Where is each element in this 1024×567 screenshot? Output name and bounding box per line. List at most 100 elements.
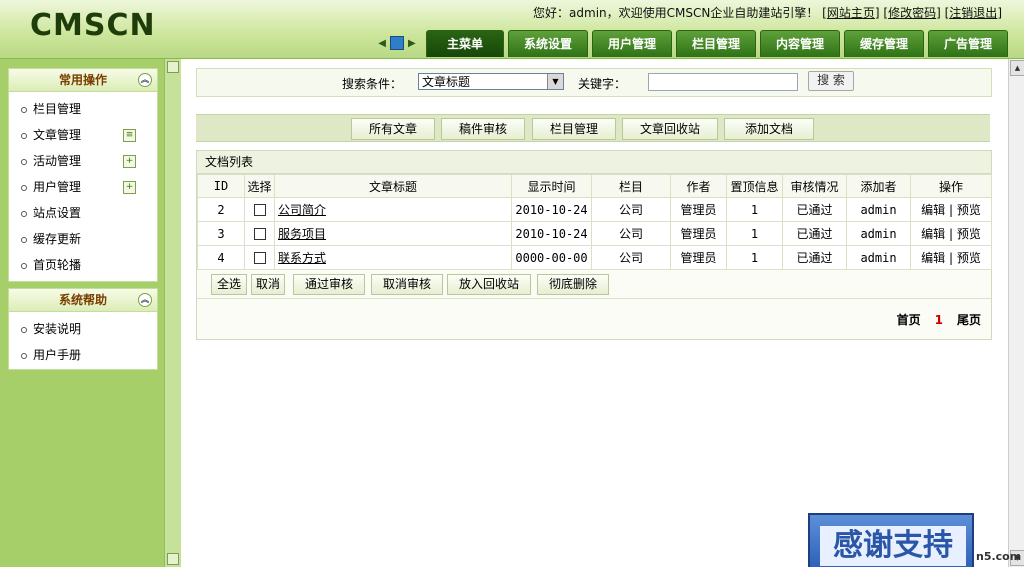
left-sidebar: 常用操作 ︽ 栏目管理 文章管理 ≡ 活动管理 + 用户管理 + 站点设置 缓存更新 … xyxy=(0,59,164,567)
preview-link[interactable]: 预览 xyxy=(957,227,981,241)
sidebar-item-columns[interactable]: 栏目管理 xyxy=(9,96,157,122)
collapse-icon[interactable]: ︽ xyxy=(138,73,152,87)
row-checkbox[interactable] xyxy=(253,252,266,264)
review-submissions-button[interactable]: 稿件审核 xyxy=(441,118,525,140)
cell-actions: 编辑 | 预览 xyxy=(910,221,992,246)
cell-id: 3 xyxy=(197,221,245,246)
select-all-button[interactable]: 全选 xyxy=(211,274,247,295)
tab-user-management[interactable]: 用户管理 xyxy=(592,30,672,57)
bullet-icon xyxy=(21,327,27,333)
change-password-link[interactable]: 修改密码 xyxy=(888,6,936,20)
current-page: 1 xyxy=(934,313,943,327)
cell-date: 2010-10-24 xyxy=(511,221,592,246)
cell-select xyxy=(244,197,275,222)
last-page-link[interactable]: 尾页 xyxy=(957,313,981,327)
edit-link[interactable]: 编辑 xyxy=(921,227,945,241)
tab-system-settings[interactable]: 系统设置 xyxy=(508,30,588,57)
row-checkbox[interactable] xyxy=(253,204,266,216)
permanent-delete-button[interactable]: 彻底删除 xyxy=(537,274,609,295)
cell-column: 公司 xyxy=(591,221,671,246)
first-page-link[interactable]: 首页 xyxy=(897,313,921,327)
article-recycle-bin-button[interactable]: 文章回收站 xyxy=(622,118,718,140)
cell-top: 1 xyxy=(726,197,783,222)
separator: | xyxy=(948,203,954,217)
sidebar-item-install-guide[interactable]: 安装说明 xyxy=(9,316,157,342)
move-to-recycle-button[interactable]: 放入回收站 xyxy=(447,274,531,295)
panel-header: 系统帮助 ︽ xyxy=(9,289,157,312)
cell-adder: admin xyxy=(846,221,911,246)
plus-icon[interactable]: + xyxy=(123,155,136,168)
article-title-link[interactable]: 联系方式 xyxy=(278,251,326,265)
arrow-right-icon[interactable]: ▶ xyxy=(408,38,416,49)
keyword-input[interactable] xyxy=(648,73,798,91)
site-home-link[interactable]: 网站主页 xyxy=(827,6,875,20)
logout-link[interactable]: 注销退出 xyxy=(949,6,997,20)
bullet-icon xyxy=(21,211,27,217)
edit-link[interactable]: 编辑 xyxy=(921,203,945,217)
col-header-title: 文章标题 xyxy=(274,174,512,198)
row-checkbox[interactable] xyxy=(253,228,266,240)
sidebar-item-label: 安装说明 xyxy=(33,322,82,336)
separator: | xyxy=(948,227,954,241)
sidebar-item-label: 栏目管理 xyxy=(33,102,82,116)
splitter-bottom-handle[interactable] xyxy=(167,553,179,565)
sidebar-item-home-carousel[interactable]: 首页轮播 xyxy=(9,252,157,278)
approve-button[interactable]: 通过审核 xyxy=(293,274,365,295)
scroll-up-icon[interactable]: ▲ xyxy=(1010,60,1024,76)
tab-ad-management[interactable]: 广告管理 xyxy=(928,30,1008,57)
sidebar-item-label: 用户手册 xyxy=(33,348,82,362)
arrow-left-icon[interactable]: ◀ xyxy=(378,38,386,49)
all-articles-button[interactable]: 所有文章 xyxy=(351,118,435,140)
tab-cache-management[interactable]: 缓存管理 xyxy=(844,30,924,57)
chevron-down-icon[interactable]: ▼ xyxy=(547,74,563,89)
document-list-panel: 文档列表 ID 选择 文章标题 显示时间 栏目 作者 置顶信息 审核情况 添加者 xyxy=(196,150,992,340)
bracket: ] xyxy=(997,6,1002,20)
search-field-select[interactable]: 文章标题 ▼ xyxy=(418,73,564,90)
search-button[interactable]: 搜 索 xyxy=(808,71,854,91)
bullet-icon xyxy=(21,133,27,139)
document-icon[interactable]: ≡ xyxy=(123,129,136,142)
cell-top: 1 xyxy=(726,245,783,270)
bullet-icon xyxy=(21,353,27,359)
column-management-button[interactable]: 栏目管理 xyxy=(532,118,616,140)
tab-scroller: ◀ ▶ xyxy=(372,30,422,58)
sidebar-item-articles[interactable]: 文章管理 ≡ xyxy=(9,122,157,148)
sidebar-item-label: 文章管理 xyxy=(33,128,82,142)
cell-status: 已通过 xyxy=(782,197,847,222)
article-title-link[interactable]: 服务项目 xyxy=(278,227,326,241)
edit-link[interactable]: 编辑 xyxy=(921,251,945,265)
deselect-button[interactable]: 取消 xyxy=(251,274,285,295)
preview-link[interactable]: 预览 xyxy=(957,203,981,217)
col-header-author: 作者 xyxy=(670,174,727,198)
bullet-icon xyxy=(21,237,27,243)
vertical-scrollbar[interactable]: ▲ ▼ xyxy=(1008,59,1024,567)
sidebar-item-users[interactable]: 用户管理 + xyxy=(9,174,157,200)
cell-actions: 编辑 | 预览 xyxy=(910,245,992,270)
add-document-button[interactable]: 添加文档 xyxy=(724,118,814,140)
sidebar-item-label: 首页轮播 xyxy=(33,258,82,272)
cell-title: 联系方式 xyxy=(274,245,512,270)
plus-icon[interactable]: + xyxy=(123,181,136,194)
table-row: 2 公司简介 2010-10-24 公司 管理员 1 已通过 admin 编辑 … xyxy=(197,197,992,222)
splitter-top-handle[interactable] xyxy=(167,61,179,73)
sidebar-item-site-settings[interactable]: 站点设置 xyxy=(9,200,157,226)
sidebar-item-activities[interactable]: 活动管理 + xyxy=(9,148,157,174)
sidebar-item-cache-update[interactable]: 缓存更新 xyxy=(9,226,157,252)
tab-column-management[interactable]: 栏目管理 xyxy=(676,30,756,57)
tab-content-management[interactable]: 内容管理 xyxy=(760,30,840,57)
sidebar-item-user-manual[interactable]: 用户手册 xyxy=(9,342,157,368)
collapse-icon[interactable]: ︽ xyxy=(138,293,152,307)
bullet-icon xyxy=(21,263,27,269)
col-header-top: 置顶信息 xyxy=(726,174,783,198)
article-title-link[interactable]: 公司简介 xyxy=(278,203,326,217)
sidebar-splitter[interactable] xyxy=(164,59,182,567)
bullet-icon xyxy=(21,185,27,191)
bullet-icon xyxy=(21,159,27,165)
preview-link[interactable]: 预览 xyxy=(957,251,981,265)
unapprove-button[interactable]: 取消审核 xyxy=(371,274,443,295)
main-content: 搜索条件： 文章标题 ▼ 关键字： 搜 索 所有文章 稿件审核 栏目管理 文章回… xyxy=(181,59,1008,567)
cell-adder: admin xyxy=(846,197,911,222)
top-header: CMSCN 您好：admin，欢迎使用CMSCN企业自助建站引擎！ [网站主页]… xyxy=(0,0,1024,59)
thanks-banner: 感谢支持 xyxy=(808,513,974,567)
tab-main-menu[interactable]: 主菜单 xyxy=(426,30,504,57)
